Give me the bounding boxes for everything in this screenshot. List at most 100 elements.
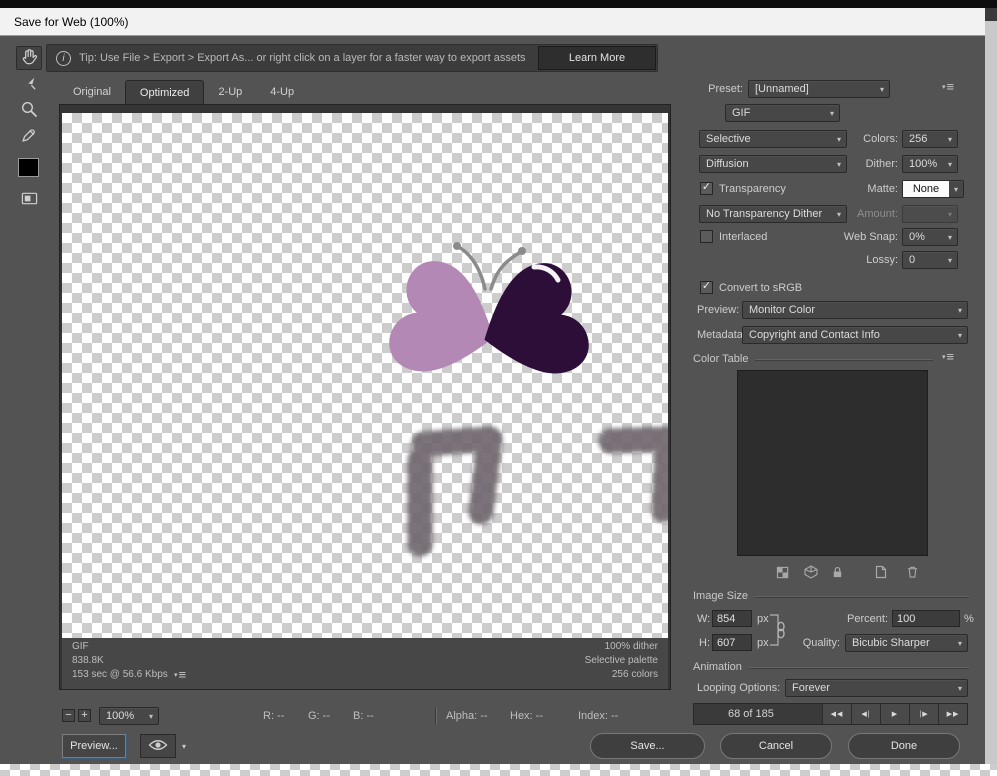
preview-in-browser-button[interactable]: Preview... <box>62 734 126 758</box>
readout-g: G: -- <box>308 710 330 722</box>
web-shift-icon[interactable] <box>804 565 818 582</box>
dither-method-value: Diffusion <box>706 158 749 170</box>
previous-frame-button[interactable]: ◀| <box>851 704 880 724</box>
format-readout: GIF <box>72 641 89 652</box>
dither-amount-select[interactable]: 100% ▾ <box>902 155 958 173</box>
format-select[interactable]: GIF ▾ <box>725 104 840 122</box>
transparency-checkbox[interactable]: ✓ <box>700 182 713 195</box>
hand-icon <box>20 47 39 69</box>
cancel-button[interactable]: Cancel <box>720 733 832 759</box>
menu-arrow-icon: ▾ <box>942 354 946 361</box>
dialog-titlebar[interactable]: Save for Web (100%) <box>0 8 985 36</box>
view-tabs: Original Optimized 2-Up 4-Up <box>59 80 308 104</box>
dither-method-select[interactable]: Diffusion ▾ <box>699 155 847 173</box>
download-speed-menu[interactable]: ▾ ≡ <box>174 667 187 682</box>
image-size-title: Image Size <box>693 590 749 602</box>
eyedropper-tool-button[interactable] <box>16 124 42 148</box>
scrollbar-arrow[interactable] <box>985 8 997 21</box>
image-canvas[interactable] <box>62 113 668 638</box>
tab-4up[interactable]: 4-Up <box>256 80 308 104</box>
metadata-value: Copyright and Contact Info <box>749 329 880 341</box>
color-table-grid[interactable] <box>737 370 928 556</box>
interlaced-checkbox[interactable] <box>700 230 713 243</box>
height-input[interactable] <box>712 634 752 651</box>
web-snap-value: 0% <box>909 231 925 243</box>
preset-panel-menu[interactable]: ▾ ≡ <box>942 80 954 93</box>
zoom-in-button[interactable]: + <box>78 709 91 722</box>
preset-label: Preset: <box>708 83 743 95</box>
zoom-level-value: 100% <box>106 710 135 722</box>
color-table-header: Color Table <box>693 353 933 365</box>
dialog-title: Save for Web (100%) <box>14 15 129 29</box>
dither-amount-value: 100% <box>909 158 938 170</box>
lossy-select[interactable]: 0 ▾ <box>902 251 958 269</box>
preview-mode-label: Preview: <box>697 304 740 316</box>
chevron-down-icon: ▾ <box>836 134 841 144</box>
cancel-button-label: Cancel <box>758 740 794 752</box>
zoom-level-select[interactable]: 100% ▾ <box>99 707 159 725</box>
antenna-right-tip <box>518 247 526 255</box>
learn-more-button[interactable]: Learn More <box>538 46 656 70</box>
tab-optimized[interactable]: Optimized <box>124 80 205 104</box>
browser-preview-icon-button[interactable] <box>140 734 176 758</box>
menu-arrow-icon: ▾ <box>942 84 946 91</box>
zoom-out-button[interactable]: − <box>62 709 75 722</box>
quality-select[interactable]: Bicubic Sharper ▾ <box>845 634 968 652</box>
filesize-readout: 838.8K <box>72 655 104 666</box>
slice-select-icon <box>21 74 38 94</box>
slice-select-tool-button[interactable] <box>16 72 42 96</box>
animation-title: Animation <box>693 661 742 673</box>
convert-srgb-checkbox[interactable]: ✓ <box>700 281 713 294</box>
delete-color-icon[interactable] <box>906 565 919 582</box>
new-color-icon[interactable] <box>875 565 887 582</box>
preview-mode-select[interactable]: Monitor Color ▾ <box>742 301 968 319</box>
web-snap-select[interactable]: 0% ▾ <box>902 228 958 246</box>
chevron-down-icon: ▾ <box>829 108 834 118</box>
map-transparency-icon[interactable] <box>776 566 791 582</box>
chevron-down-icon: ▾ <box>181 741 186 751</box>
window-scrollbar[interactable] <box>985 8 997 764</box>
zoom-tool-button[interactable] <box>16 98 42 122</box>
section-divider <box>748 666 969 668</box>
tab-2up[interactable]: 2-Up <box>204 80 256 104</box>
quality-label: Quality: <box>802 637 840 649</box>
colors-select[interactable]: 256 ▾ <box>902 130 958 148</box>
percent-input[interactable] <box>892 610 960 627</box>
metadata-select[interactable]: Copyright and Contact Info ▾ <box>742 326 968 344</box>
section-divider <box>755 358 933 360</box>
lock-color-icon[interactable] <box>831 565 844 582</box>
letter-partial <box>598 426 668 523</box>
preview-mode-value: Monitor Color <box>749 304 816 316</box>
download-time-readout: 153 sec @ 56.6 Kbps <box>72 669 168 680</box>
save-button[interactable]: Save... <box>590 733 705 759</box>
tab-original[interactable]: Original <box>59 80 125 104</box>
link-dimensions-icon[interactable] <box>766 611 788 652</box>
menu-bars-icon: ≡ <box>178 667 187 682</box>
chevron-down-icon: ▾ <box>836 159 841 169</box>
chevron-down-icon: ▾ <box>957 330 962 340</box>
browser-select-chevron[interactable]: ▾ <box>176 734 192 758</box>
tab-4up-label: 4-Up <box>270 86 295 98</box>
play-button[interactable]: ▶ <box>880 704 909 724</box>
looping-options-select[interactable]: Forever ▾ <box>785 679 968 697</box>
transparency-dither-select[interactable]: No Transparency Dither ▾ <box>699 205 847 223</box>
eyedropper-color-swatch[interactable] <box>18 158 39 177</box>
preset-select[interactable]: [Unnamed] ▾ <box>748 80 890 98</box>
first-frame-button[interactable]: ◀◀ <box>822 704 851 724</box>
width-input[interactable] <box>712 610 752 627</box>
tip-text: Tip: Use File > Export > Export As... or… <box>79 52 526 64</box>
toggle-slices-visibility-button[interactable] <box>16 188 42 212</box>
color-table-panel-menu[interactable]: ▾ ≡ <box>942 350 954 363</box>
chevron-down-icon: ▾ <box>957 683 962 693</box>
readout-alpha: Alpha: -- <box>446 710 488 722</box>
color-reduction-select[interactable]: Selective ▾ <box>699 130 847 148</box>
readout-r: R: -- <box>263 710 285 722</box>
eye-icon <box>148 738 168 755</box>
next-frame-button[interactable]: |▶ <box>909 704 938 724</box>
metadata-label: Metadata: <box>697 329 746 341</box>
chevron-down-icon: ▾ <box>957 305 962 315</box>
last-frame-button[interactable]: ▶▶ <box>938 704 967 724</box>
matte-select[interactable]: None ▾ <box>902 180 964 198</box>
done-button[interactable]: Done <box>848 733 960 759</box>
hand-tool-button[interactable] <box>16 46 42 70</box>
